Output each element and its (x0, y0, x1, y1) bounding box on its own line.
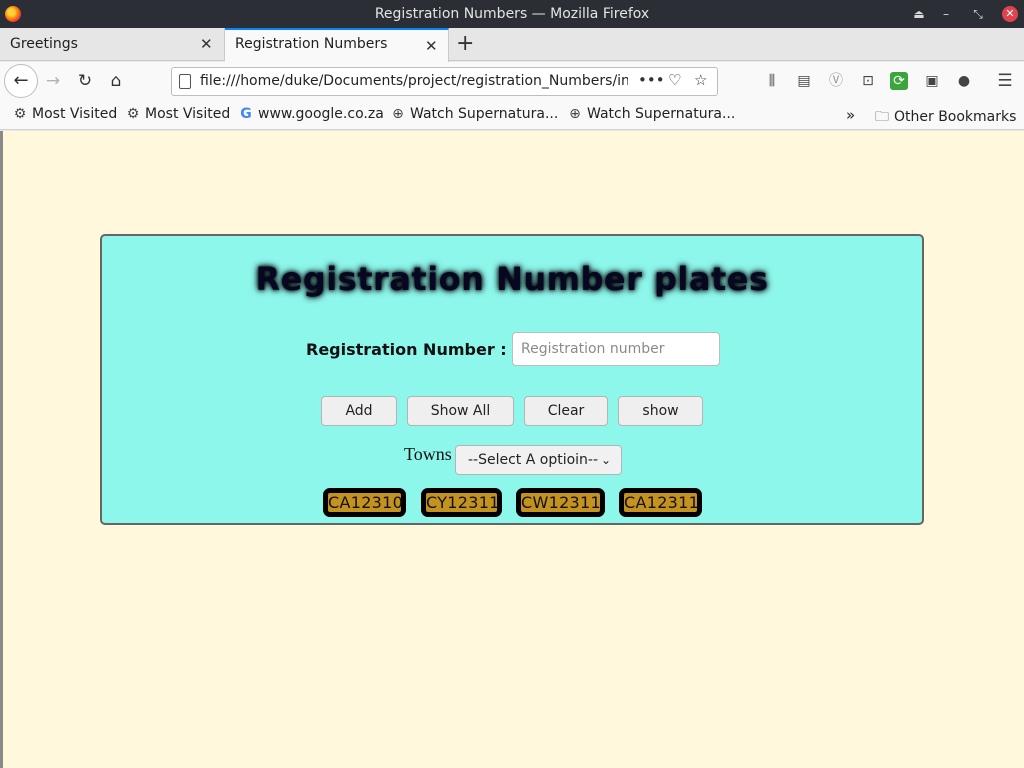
globe-icon: ⊕ (569, 106, 581, 122)
screenshot-icon[interactable]: ⊡ (858, 71, 878, 91)
tab-greetings[interactable]: Greetings ✕ (0, 28, 225, 61)
towns-select-value: --Select A optioin-- (468, 452, 599, 468)
bookmark-watch-supernatural[interactable]: ⊕ Watch Supernatura... (390, 106, 558, 122)
number-plate: CA12311 (619, 488, 702, 517)
bookmark-watch-supernatural[interactable]: ⊕ Watch Supernatura... (567, 106, 735, 122)
extension-green-icon[interactable]: ⟳ (890, 72, 908, 90)
library-icon[interactable]: ⫼ (762, 71, 782, 91)
bookmark-label: www.google.co.za (258, 106, 384, 122)
close-tab-icon[interactable]: ✕ (425, 37, 438, 55)
add-button[interactable]: Add (321, 396, 397, 426)
bookmark-most-visited[interactable]: ⚙ Most Visited (125, 106, 231, 122)
registration-card: Registration Number plates Registration … (100, 234, 924, 525)
sidebar-icon[interactable]: ▤ (794, 71, 814, 91)
window-titlebar: Registration Numbers — Mozilla Firefox ⏏… (0, 0, 1024, 28)
new-tab-icon[interactable]: + (456, 32, 474, 56)
pocket-icon[interactable]: ♡ (668, 71, 681, 89)
bookmark-label: Most Visited (145, 106, 231, 122)
hamburger-menu-icon[interactable]: ☰ (995, 71, 1015, 91)
page-icon (179, 74, 191, 89)
bookmark-label: Watch Supernatura... (587, 106, 736, 122)
extension-gray-icon[interactable]: ▣ (922, 71, 942, 91)
show-button[interactable]: show (618, 396, 703, 426)
tab-label: Registration Numbers (235, 36, 388, 52)
towns-label: Towns (404, 444, 452, 464)
extension-v-icon[interactable]: Ⓥ (826, 71, 846, 91)
forward-arrow-icon[interactable]: → (41, 69, 65, 93)
towns-select[interactable]: --Select A optioin-- ⌄ (455, 445, 622, 475)
bookmark-label: Other Bookmarks (894, 109, 1017, 125)
url-text[interactable]: file:///home/duke/Documents/project/regi… (200, 73, 628, 89)
clear-button[interactable]: Clear (524, 396, 608, 426)
maximize-icon[interactable]: ⤡ (968, 4, 988, 24)
bookmark-most-visited[interactable]: ⚙ Most Visited (12, 106, 118, 122)
google-icon: G (240, 106, 252, 122)
close-tab-icon[interactable]: ✕ (200, 35, 213, 53)
number-plate: CW12311 (516, 488, 605, 517)
extension-dots-icon[interactable]: ● (954, 71, 974, 91)
show-all-button[interactable]: Show All (407, 396, 514, 426)
bookmark-google[interactable]: Gwww.google.co.za (238, 106, 384, 122)
bookmark-label: Most Visited (32, 106, 118, 122)
tab-registration-numbers[interactable]: Registration Numbers ✕ (225, 28, 449, 62)
keep-above-icon[interactable]: ⏏ (909, 4, 929, 24)
folder-icon: 🗀 (875, 109, 889, 125)
window-title: Registration Numbers — Mozilla Firefox (374, 6, 650, 22)
globe-icon: ⊕ (392, 106, 404, 122)
bookmark-star-icon[interactable]: ☆ (694, 71, 707, 89)
url-bar[interactable]: file:///home/duke/Documents/project/regi… (171, 67, 718, 96)
page-title: Registration Number plates (255, 260, 769, 298)
gear-icon: ⚙ (126, 106, 140, 122)
chevron-down-icon: ⌄ (600, 453, 611, 467)
registration-number-label: Registration Number : (306, 340, 507, 359)
number-plate: CA12310 (323, 488, 406, 517)
bookmarks-toolbar: ⚙ Most Visited ⚙ Most Visited Gwww.google.… (0, 100, 1024, 130)
bookmark-label: Watch Supernatura... (410, 106, 559, 122)
minimize-icon[interactable]: – (936, 4, 956, 24)
home-icon[interactable]: ⌂ (104, 69, 128, 93)
other-bookmarks[interactable]: 🗀 Other Bookmarks (874, 106, 1016, 130)
back-arrow-icon[interactable]: ← (4, 64, 38, 98)
close-window-icon[interactable]: ✕ (1002, 6, 1018, 22)
registration-number-input[interactable] (512, 332, 720, 366)
gear-icon: ⚙ (13, 106, 27, 122)
tab-strip: Greetings ✕ Registration Numbers ✕ + (0, 28, 1024, 62)
number-plate: CY12311 (421, 488, 502, 517)
chevron-overflow-icon[interactable]: » (846, 106, 855, 124)
reload-icon[interactable]: ↻ (73, 69, 97, 93)
navigation-bar: ← → ↻ ⌂ file:///home/duke/Documents/proj… (0, 62, 1024, 100)
tab-label: Greetings (10, 36, 78, 52)
page-viewport: Registration Number plates Registration … (0, 131, 1024, 768)
page-actions-icon[interactable]: ••• (638, 71, 665, 89)
